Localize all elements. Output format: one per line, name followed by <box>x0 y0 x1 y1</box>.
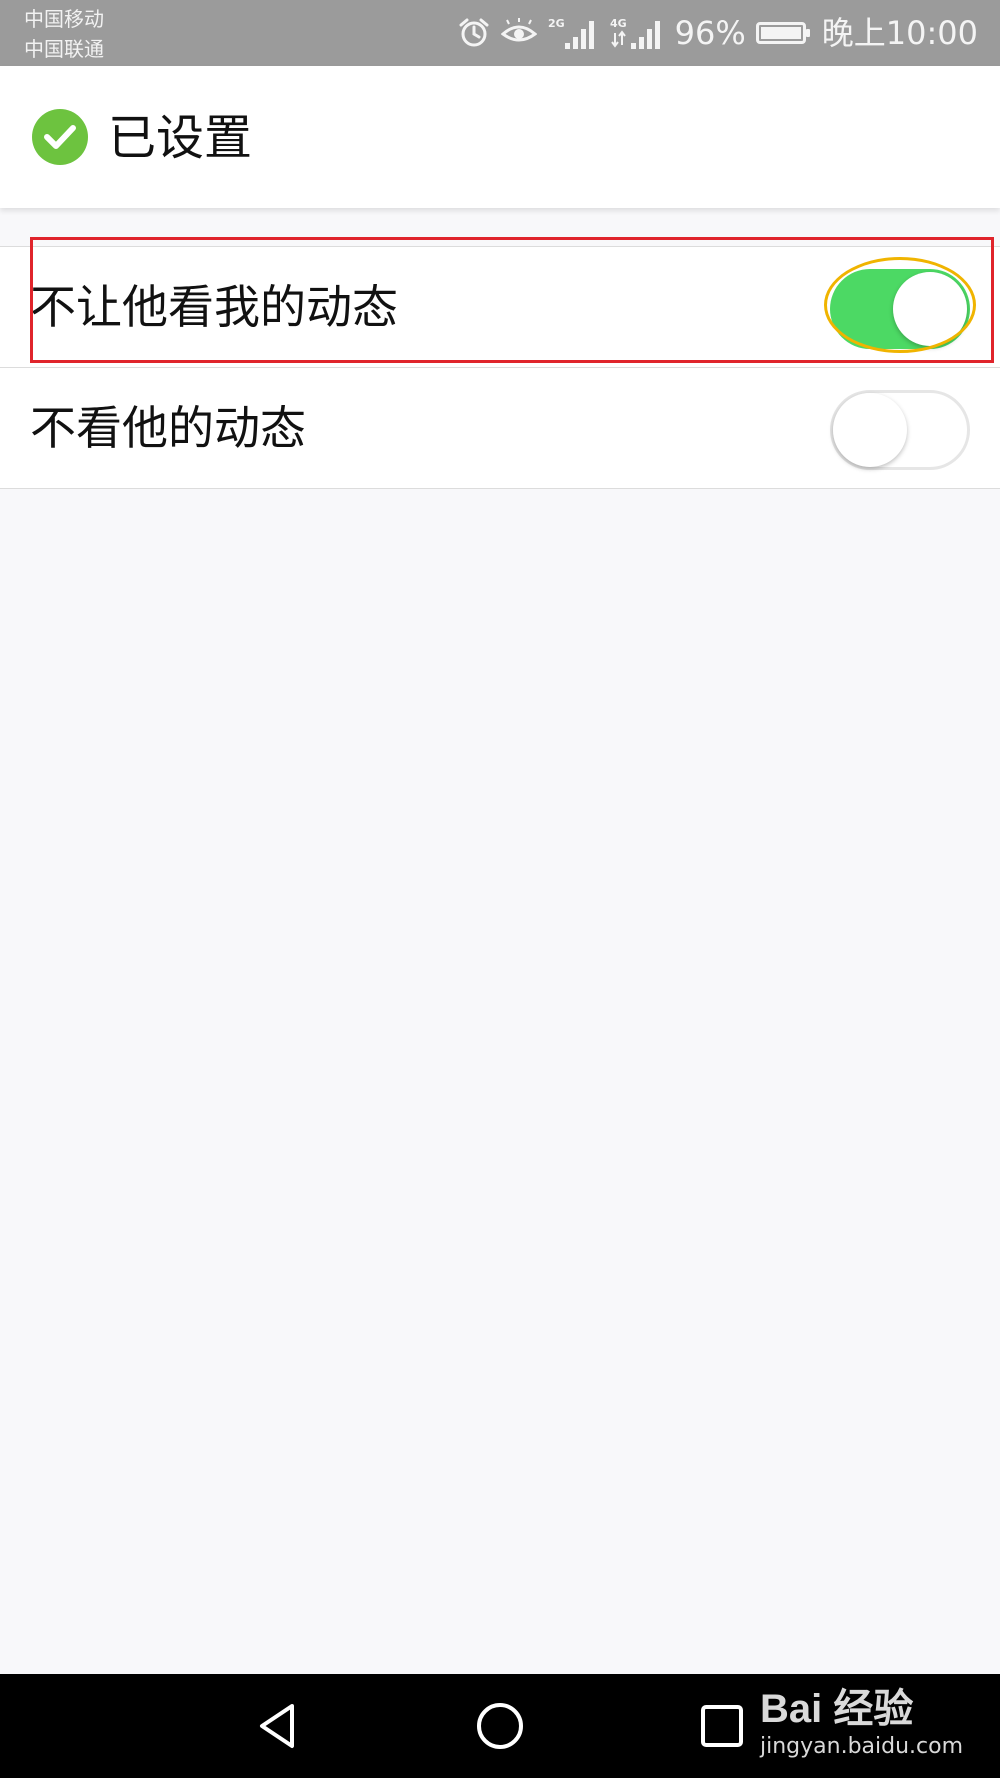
check-circle-icon <box>32 109 88 165</box>
settings-list: 不让他看我的动态 不看他的动态 <box>0 246 1000 489</box>
watermark: Bai 经验 jingyan.baidu.com <box>760 1686 963 1766</box>
hide-their-moments-toggle[interactable] <box>830 390 970 470</box>
home-icon[interactable] <box>470 1696 530 1756</box>
clock: 晚上10:00 <box>821 14 978 52</box>
signal-2g-icon: 2G <box>547 15 599 51</box>
signal-4g-icon: 4G <box>609 15 665 51</box>
setting-row-hide-their-moments: 不看他的动态 <box>0 367 1000 488</box>
setting-label-hide-my-moments: 不让他看我的动态 <box>30 280 398 334</box>
watermark-url: jingyan.baidu.com <box>760 1734 964 1759</box>
net-type-2g: 2G <box>548 17 565 30</box>
carrier-name-1: 中国移动 <box>24 7 104 31</box>
battery-icon <box>755 22 810 44</box>
toggle-knob <box>893 272 967 346</box>
page-title: 已设置 <box>108 110 253 166</box>
setting-row-hide-my-moments: 不让他看我的动态 <box>0 247 1000 367</box>
battery-percent: 96% <box>674 14 746 52</box>
net-type-4g: 4G <box>610 17 627 30</box>
carrier-name-2: 中国联通 <box>24 37 104 61</box>
eye-comfort-icon <box>500 18 537 48</box>
alarm-icon <box>457 16 491 50</box>
header: 已设置 <box>0 66 1000 208</box>
recent-apps-icon[interactable] <box>692 1696 752 1756</box>
setting-label-hide-their-moments: 不看他的动态 <box>30 401 306 455</box>
back-icon[interactable] <box>248 1696 308 1756</box>
hide-my-moments-toggle[interactable] <box>830 269 970 349</box>
status-bar: 中国移动 中国联通 2G 4G 96% 晚上10:00 <box>0 0 1000 66</box>
watermark-logo: Bai 经验 <box>760 1687 914 1731</box>
toggle-knob <box>833 393 907 467</box>
status-indicators: 2G 4G 96% 晚上10:00 <box>457 0 978 66</box>
